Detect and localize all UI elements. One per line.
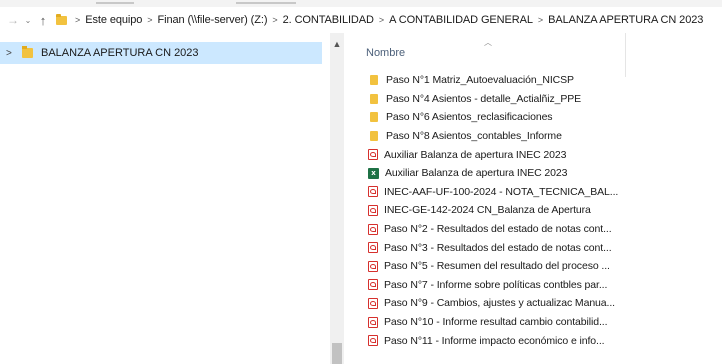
file-list: ︿ Nombre Paso N°1 Matriz_Autoevaluación_… (346, 33, 722, 364)
folder-icon (56, 13, 67, 25)
file-name: Paso N°1 Matriz_Autoevaluación_NICSP (386, 74, 574, 87)
folder-icon (370, 131, 378, 142)
breadcrumb-item[interactable]: Este equipo (85, 14, 142, 26)
breadcrumb-separator-icon[interactable]: > (272, 15, 277, 25)
file-name: INEC-AAF-UF-100-2024 - NOTA_TECNICA_BAL.… (384, 185, 619, 198)
breadcrumb-item[interactable]: 2. CONTABILIDAD (283, 14, 374, 26)
navigation-pane: > BALANZA APERTURA CN 2023 ▲ (0, 33, 344, 364)
sort-ascending-icon: ︿ (484, 38, 492, 47)
breadcrumb-separator-icon[interactable]: > (538, 15, 543, 25)
file-row[interactable]: Paso N°1 Matriz_Autoevaluación_NICSP (346, 71, 636, 90)
file-row[interactable]: Paso N°8 Asientos_contables_Informe (346, 127, 636, 146)
nav-tree-item-selected[interactable]: > BALANZA APERTURA CN 2023 (0, 42, 322, 64)
pdf-file-icon (368, 204, 378, 216)
file-name: Paso N°10 - Informe resultad cambio cont… (384, 316, 608, 329)
file-name: Paso N°2 - Resultados del estado de nota… (384, 223, 612, 236)
file-name: INEC-GE-142-2024 CN_Balanza de Apertura (384, 204, 591, 217)
file-row[interactable]: Paso N°9 - Cambios, ajustes y actualizac… (346, 294, 636, 313)
file-name: Paso N°4 Asientos - detalle_Actialñiz_PP… (386, 92, 582, 105)
file-name: Paso N°9 - Cambios, ajustes y actualizac… (384, 297, 615, 310)
file-row[interactable]: Paso N°3 - Resultados del estado de nota… (346, 238, 636, 257)
nav-tree-item-label: BALANZA APERTURA CN 2023 (41, 47, 199, 59)
recent-locations-chevron-icon[interactable]: ⌄ (22, 16, 34, 25)
breadcrumb-item[interactable]: A CONTABILIDAD GENERAL (389, 14, 533, 26)
breadcrumb-item[interactable]: BALANZA APERTURA CN 2023 (548, 14, 703, 26)
file-name: Auxiliar Balanza de apertura INEC 2023 (384, 148, 567, 161)
file-name: Paso N°3 - Resultados del estado de nota… (384, 241, 612, 254)
folder-icon (370, 93, 378, 104)
file-name: Auxiliar Balanza de apertura INEC 2023 (385, 167, 568, 180)
file-name: Paso N°11 - Informe impacto económico e … (384, 334, 605, 347)
folder-icon (370, 75, 378, 86)
toolbar-edge-mark (96, 2, 134, 4)
file-name: Paso N°6 Asientos_reclasificaciones (386, 111, 553, 124)
file-row[interactable]: Paso N°4 Asientos - detalle_Actialñiz_PP… (346, 90, 636, 109)
pdf-file-icon (368, 297, 378, 309)
pdf-file-icon (368, 260, 378, 272)
back-arrow-icon[interactable]: → (4, 13, 22, 27)
column-header-name[interactable]: Nombre (366, 47, 405, 59)
file-row[interactable]: Paso N°2 - Resultados del estado de nota… (346, 220, 636, 239)
file-row[interactable]: Paso N°6 Asientos_reclasificaciones (346, 108, 636, 127)
file-row[interactable]: Paso N°7 - Informe sobre políticas contb… (346, 276, 636, 295)
excel-file-icon: x (368, 167, 379, 179)
pdf-file-icon (368, 279, 378, 291)
folder-icon (370, 112, 378, 123)
toolbar-edge (0, 0, 722, 7)
expand-chevron-icon[interactable]: > (6, 48, 16, 59)
file-row[interactable]: Paso N°5 - Resumen del resultado del pro… (346, 257, 636, 276)
toolbar-edge-mark (236, 2, 296, 4)
pdf-file-icon (368, 335, 378, 347)
file-row[interactable]: x Auxiliar Balanza de apertura INEC 2023 (346, 164, 636, 183)
breadcrumb-separator-icon[interactable]: > (75, 15, 80, 25)
nav-scrollbar[interactable]: ▲ (330, 33, 344, 364)
pdf-file-icon (368, 316, 378, 328)
pdf-file-icon (368, 223, 378, 235)
file-name: Paso N°5 - Resumen del resultado del pro… (384, 260, 610, 273)
file-rows: Paso N°1 Matriz_Autoevaluación_NICSP Paso… (346, 71, 636, 350)
breadcrumb-separator-icon[interactable]: > (379, 15, 384, 25)
pdf-file-icon (368, 186, 378, 198)
pdf-file-icon (368, 242, 378, 254)
up-arrow-icon[interactable]: ↑ (34, 13, 52, 28)
file-name: Paso N°7 - Informe sobre políticas contb… (384, 278, 608, 291)
file-row[interactable]: Paso N°10 - Informe resultad cambio cont… (346, 313, 636, 332)
file-name: Paso N°8 Asientos_contables_Informe (386, 130, 562, 143)
breadcrumb-separator-icon[interactable]: > (147, 15, 152, 25)
address-bar: → ⌄ ↑ > Este equipo > Finan (\\file-serv… (0, 8, 722, 32)
folder-icon (22, 46, 33, 58)
file-row[interactable]: INEC-GE-142-2024 CN_Balanza de Apertura (346, 201, 636, 220)
scroll-up-arrow-icon[interactable]: ▲ (330, 39, 344, 49)
file-row[interactable]: Paso N°11 - Informe impacto económico e … (346, 331, 636, 350)
file-row[interactable]: Auxiliar Balanza de apertura INEC 2023 (346, 145, 636, 164)
breadcrumb-item[interactable]: Finan (\\file-server) (Z:) (158, 14, 268, 26)
scrollbar-thumb[interactable] (332, 343, 342, 364)
file-row[interactable]: INEC-AAF-UF-100-2024 - NOTA_TECNICA_BAL.… (346, 183, 636, 202)
pdf-file-icon (368, 149, 378, 161)
